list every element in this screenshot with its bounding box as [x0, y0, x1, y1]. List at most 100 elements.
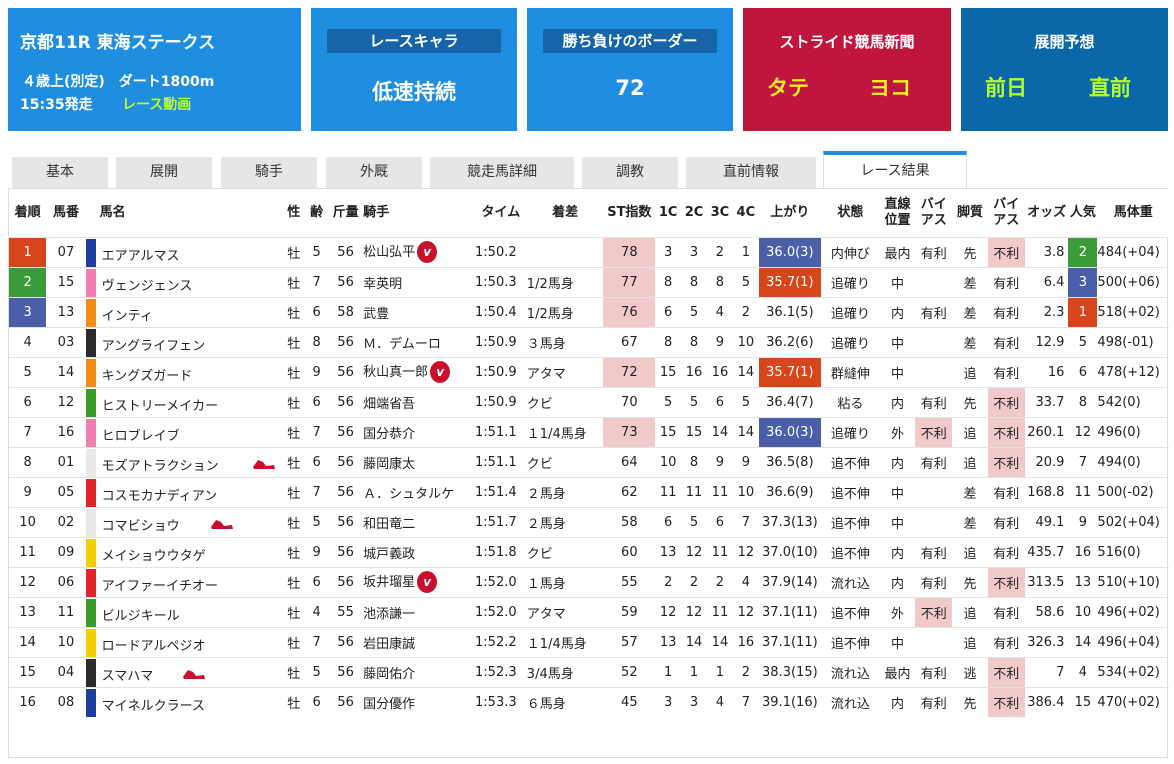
jockey-name[interactable]: 国分恭介 — [363, 427, 415, 442]
table-row[interactable]: 16 08 マイネルクラース牡 6 56 国分優作 1:53.3 ６馬身 45 3 3 4 7 39.1(… — [9, 686, 1169, 717]
col-bias-b-1: バイ — [993, 196, 1020, 212]
horse-name[interactable]: ビルジキール — [102, 605, 180, 624]
race-chara-label: レースキャラ — [327, 29, 501, 53]
horse-name[interactable]: エアアルマス — [102, 245, 180, 264]
table-row[interactable]: 6 12 ヒストリーメイカー牡 6 56 畑端省吾 1:50.9 クビ 70 5 5 6 5 36.4(7… — [9, 386, 1169, 417]
cell-name: ヒロブレイブ — [85, 416, 283, 447]
jockey-name[interactable]: 藤岡佑介 — [363, 667, 415, 682]
cell-sex: 牡 — [282, 356, 306, 387]
horse-name[interactable]: ヴェンジェンス — [102, 275, 193, 294]
table-row[interactable]: 8 01 モズアトラクション牡 6 56 藤岡康太 1:51.1 クビ 64 10 8 9 9 36.5(… — [9, 446, 1169, 477]
cell-wt: 56 — [327, 476, 364, 507]
stride-yoko[interactable]: ヨコ — [869, 72, 911, 102]
table-row[interactable]: 13 11 ビルジキール牡 4 55 池添謙一 1:52.0 アタマ 59 12 12 11 12 37.… — [9, 596, 1169, 627]
cell-agari: 36.2(6) — [758, 326, 821, 357]
tab-tenkai[interactable]: 展開 — [116, 157, 212, 188]
horse-name[interactable]: アイファーイチオー — [102, 575, 218, 594]
stride-tate[interactable]: タテ — [767, 72, 809, 102]
cell-c1: 5 — [655, 386, 682, 417]
forecast-prev[interactable]: 前日 — [985, 72, 1027, 102]
horse-name[interactable]: ロードアルペジオ — [102, 635, 206, 654]
tab-gaikyu[interactable]: 外厩 — [326, 157, 422, 188]
table-row[interactable]: 2 15 ヴェンジェンス牡 7 56 幸英明 1:50.3 1/2馬身 77 8 8 8 5 35.7(1… — [9, 266, 1169, 297]
horse-name[interactable]: インティ — [102, 305, 153, 324]
jockey-name[interactable]: 坂井瑠星 — [363, 575, 415, 590]
jockey-name[interactable]: 幸英明 — [363, 277, 402, 292]
horse-name[interactable]: ヒストリーメイカー — [102, 395, 218, 414]
horse-name[interactable]: スマハマ — [102, 665, 154, 684]
cell-time: 1:52.3 — [475, 656, 527, 687]
horse-name[interactable]: アングライフェン — [102, 335, 205, 354]
horse-name[interactable]: キングズガード — [102, 365, 193, 384]
stride-card[interactable]: ストライド競馬新聞 タテ ヨコ — [743, 8, 951, 131]
cell-time: 1:53.3 — [475, 686, 527, 717]
v-badge-icon: v — [417, 571, 438, 594]
cell-cond: 粘る — [820, 386, 880, 417]
horse-name[interactable]: モズアトラクション — [102, 455, 219, 474]
cell-kyaku: 追 — [952, 416, 988, 447]
horse-name[interactable]: メイショウウタゲ — [102, 545, 206, 564]
table-row[interactable]: 3 13 インティ牡 6 58 武豊 1:50.4 1/2馬身 76 6 5 4 2 36.1(5) 追確り… — [9, 296, 1169, 327]
jockey-name[interactable]: 池添謙一 — [363, 607, 415, 622]
jockey-name[interactable]: Ａ．シュタルケ — [363, 487, 454, 502]
cell-kyaku: 逃 — [952, 656, 988, 687]
jockey-name[interactable]: 畑端省吾 — [363, 397, 415, 412]
cell-c3: 1 — [707, 656, 733, 687]
cell-rank: 5 — [9, 356, 47, 387]
table-row[interactable]: 11 09 メイショウウタゲ牡 9 56 城戸義政 1:51.8 クビ 60 13 12 11 12 37… — [9, 536, 1169, 567]
table-row[interactable]: 14 10 ロードアルペジオ牡 7 56 岩田康誠 1:52.2 １1/4馬身 57 13 14 14… — [9, 626, 1169, 657]
horse-name[interactable]: コマビショウ — [102, 515, 180, 534]
cell-c1: 15 — [655, 416, 682, 447]
table-row[interactable]: 4 03 アングライフェン牡 8 56 Ｍ．デムーロ 1:50.9 ３馬身 67 8 8 9 10 36.… — [9, 326, 1169, 357]
cell-c1: 11 — [655, 476, 682, 507]
cell-bias — [915, 266, 953, 297]
jockey-name[interactable]: 和田竜二 — [363, 517, 415, 532]
frame-color-bar — [85, 418, 96, 447]
jockey-name[interactable]: 秋山真一郎 — [363, 365, 428, 380]
tab-race-result[interactable]: レース結果 — [823, 151, 967, 188]
tab-jockey[interactable]: 騎手 — [221, 157, 317, 188]
cell-odds: 313.5 — [1024, 566, 1069, 597]
cell-bias — [915, 356, 953, 387]
horse-name[interactable]: マイネルクラース — [102, 695, 205, 714]
jockey-name[interactable]: 武豊 — [363, 307, 389, 322]
table-row[interactable]: 9 05 コスモカナディアン牡 7 56 Ａ．シュタルケ 1:51.4 ２馬身 62 11 11 11… — [9, 476, 1169, 507]
cell-wt: 56 — [327, 266, 364, 297]
tab-basic[interactable]: 基本 — [12, 157, 108, 188]
cell-cond: 追確り — [820, 266, 880, 297]
cell-num: 02 — [46, 506, 86, 537]
race-video-link[interactable]: レース動画 — [122, 94, 191, 114]
cell-time: 1:52.0 — [475, 596, 527, 627]
jockey-name[interactable]: 岩田康誠 — [363, 637, 415, 652]
jockey-name[interactable]: 藤岡康太 — [363, 457, 415, 472]
table-body: 1 07 エアアルマス牡 5 56 松山弘平 v 1:50.2 78 3 3 2 1 36.0(3) 内伸び… — [9, 236, 1169, 717]
horse-name[interactable]: ヒロブレイブ — [102, 425, 180, 444]
table-row[interactable]: 12 06 アイファーイチオー牡 6 56 坂井瑠星 v 1:52.0 １馬身 55 2 2 2 4 37.… — [9, 566, 1169, 597]
cell-time: 1:52.2 — [475, 626, 527, 657]
table-row[interactable]: 15 04 スマハマ牡 5 56 藤岡佑介 1:52.3 3/4馬身 52 1 1 1 2 38.3(15… — [9, 656, 1169, 687]
jockey-name[interactable]: 国分優作 — [363, 697, 415, 712]
horse-name[interactable]: コスモカナディアン — [102, 485, 218, 504]
tab-training[interactable]: 調教 — [582, 157, 678, 188]
table-row[interactable]: 7 16 ヒロブレイブ牡 7 56 国分恭介 1:51.1 １1/4馬身 73 15 15 14 14 3… — [9, 416, 1169, 447]
cell-name: ロードアルペジオ — [85, 626, 283, 657]
tab-pre-info[interactable]: 直前情報 — [686, 157, 816, 188]
cell-c2: 15 — [681, 416, 707, 447]
cell-c1: 3 — [655, 686, 682, 717]
jockey-name[interactable]: 松山弘平 — [363, 245, 415, 260]
jockey-name[interactable]: Ｍ．デムーロ — [363, 337, 441, 352]
cell-jockey: 城戸義政 — [363, 536, 476, 567]
race-age-class: ４歳上(別定) — [22, 74, 105, 90]
table-row[interactable]: 5 14 キングズガード牡 9 56 秋山真一郎 v 1:50.9 アタマ 72 15 16 16 14 3… — [9, 356, 1169, 387]
tab-horse-detail[interactable]: 競走馬詳細 — [430, 157, 574, 188]
forecast-card: 展開予想 前日 直前 — [961, 8, 1168, 131]
cell-bw: 498(-01) — [1097, 326, 1169, 357]
cell-c2: 8 — [681, 326, 707, 357]
table-row[interactable]: 10 02 コマビショウ牡 5 56 和田竜二 1:51.7 ２馬身 58 6 5 6 7 37.3(13… — [9, 506, 1169, 537]
cell-margin — [526, 236, 604, 267]
forecast-just[interactable]: 直前 — [1089, 72, 1131, 102]
cell-bias — [915, 326, 953, 357]
table-row[interactable]: 1 07 エアアルマス牡 5 56 松山弘平 v 1:50.2 78 3 3 2 1 36.0(3) 内伸び… — [9, 236, 1169, 267]
cell-jockey: 国分優作 — [363, 686, 476, 717]
jockey-name[interactable]: 城戸義政 — [363, 547, 415, 562]
